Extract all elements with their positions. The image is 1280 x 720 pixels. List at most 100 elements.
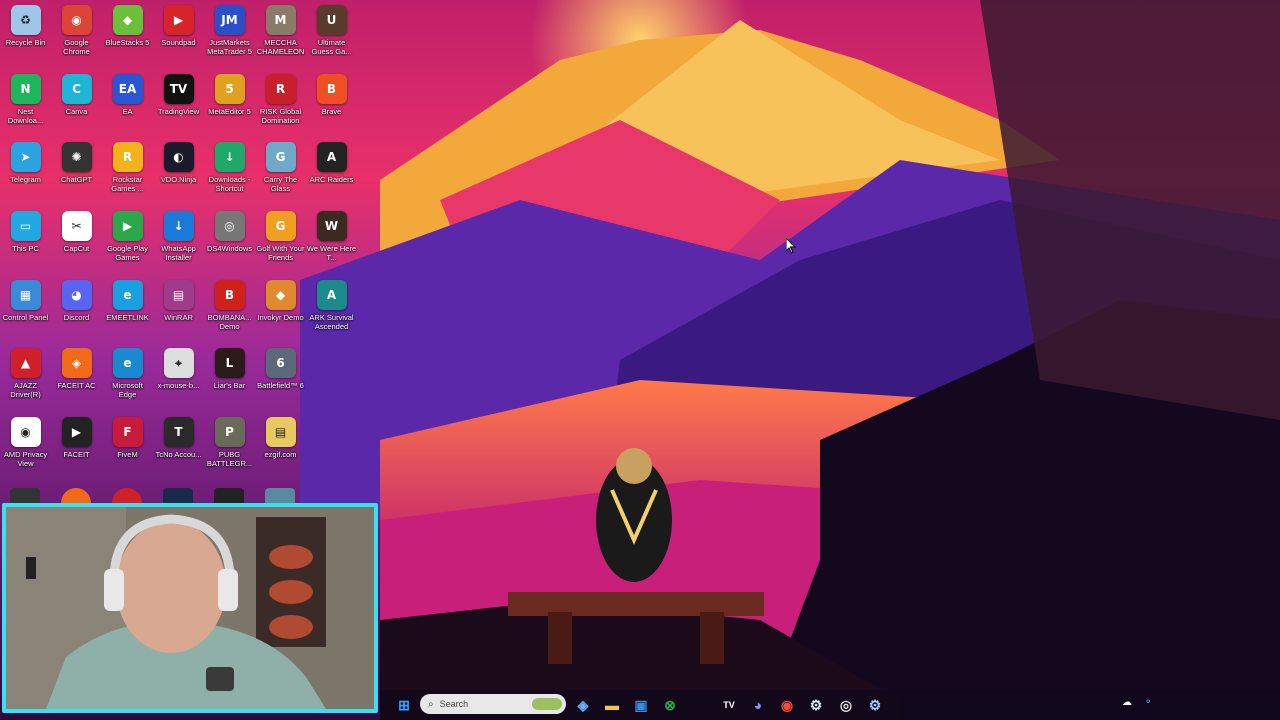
whatsapp-installer-icon: ↓ xyxy=(163,211,194,242)
desktop-icon[interactable]: M MECCHA CHAMELEON xyxy=(255,0,306,69)
discord-taskbar-icon[interactable]: ◕ xyxy=(748,695,768,715)
desktop-icon[interactable]: U Ultimate Guess Ga... xyxy=(306,0,357,69)
desktop-icon[interactable]: ✂ CapCut xyxy=(51,206,102,275)
desktop-icon[interactable]: ▶ Google Play Games xyxy=(102,206,153,275)
desktop-icon[interactable]: ▤ WinRAR xyxy=(153,275,204,344)
partial-icon[interactable] xyxy=(61,488,91,504)
partial-icon[interactable] xyxy=(265,488,295,504)
desktop-icon[interactable]: ▭ This PC xyxy=(0,206,51,275)
desktop-icon[interactable]: T TcNo Accou... xyxy=(153,412,204,481)
desktop-icon[interactable]: ▤ ezgif.com xyxy=(255,412,306,481)
desktop-icon[interactable]: ↓ WhatsApp Installer xyxy=(153,206,204,275)
chrome-icon: ◉ xyxy=(61,5,92,35)
taskbar-search-box[interactable]: ⌕ Search xyxy=(420,694,566,714)
desktop-icon[interactable]: 5 MetaEditor 5 xyxy=(204,69,255,138)
partial-icon[interactable] xyxy=(163,488,193,504)
desktop-icon[interactable]: e EMEETLINK xyxy=(102,275,153,344)
desktop-icon-label: Soundpad xyxy=(161,38,196,47)
desktop-icon[interactable]: ▲ AJAZZ Driver(R) xyxy=(0,343,51,412)
tradingview-icon: TV xyxy=(163,73,194,104)
desktop-icon[interactable]: ◆ BlueStacks 5 xyxy=(102,0,153,69)
steam2-taskbar-icon[interactable]: ⚙ xyxy=(865,695,885,715)
desktop-icon[interactable]: P PUBG BATTLEGR... xyxy=(204,412,255,481)
desktop-icon[interactable]: ✺ ChatGPT xyxy=(51,137,102,206)
desktop-icon[interactable]: 6 Battlefield™ 6 xyxy=(255,343,306,412)
desktop-icon-label: Ultimate Guess Ga... xyxy=(311,38,352,56)
desktop-icon[interactable]: F FiveM xyxy=(102,412,153,481)
desktop-icon[interactable]: ▶ Soundpad xyxy=(153,0,204,69)
bluestacks-icon: ◆ xyxy=(112,5,143,35)
desktop-icon[interactable]: ◐ VDO.Ninja xyxy=(153,137,204,206)
partial-icon[interactable] xyxy=(10,488,40,504)
bombana-icon: B xyxy=(214,279,245,310)
tradingview-taskbar-icon[interactable]: TV xyxy=(719,695,739,715)
desktop-icon[interactable]: ♻ Recycle Bin xyxy=(0,0,51,69)
desktop-icon[interactable]: e Microsoft Edge xyxy=(102,343,153,412)
store-icon[interactable]: ▣ xyxy=(631,695,651,715)
system-tray: ☁ ⚬ xyxy=(1122,697,1152,708)
desktop-icon[interactable]: A ARC Raiders xyxy=(306,137,357,206)
desktop-icon-label: FACEIT xyxy=(63,450,90,460)
chrome-taskbar-icon[interactable]: ◉ xyxy=(777,695,797,715)
steam-taskbar-icon[interactable]: ⚙ xyxy=(806,695,826,715)
desktop-icon[interactable]: ◆ Invokyr Demo xyxy=(255,275,306,344)
start-button-icon[interactable]: ⊞ xyxy=(394,695,414,715)
desktop-icon-label: TradingView xyxy=(157,106,200,116)
desktop-icon-label: Battlefield™ 6 xyxy=(257,381,304,391)
risk-icon: R xyxy=(265,73,296,104)
desktop-icon-label: VDO.Ninja xyxy=(160,175,197,185)
desktop-icon[interactable]: G Carry The Glass xyxy=(255,137,306,206)
recycle-bin-icon: ♻ xyxy=(10,5,41,35)
desktop-icon-label: Brave xyxy=(321,106,342,116)
desktop-icon[interactable]: TV TradingView xyxy=(153,69,204,138)
desktop-icon[interactable]: JM JustMarkets MetaTrader 5 xyxy=(204,0,255,69)
desktop-icon[interactable]: ➤ Telegram xyxy=(0,137,51,206)
desktop-icon[interactable]: W We Were Here T... xyxy=(306,206,357,275)
desktop-icon-label: EA xyxy=(122,106,133,116)
this-pc-icon: ▭ xyxy=(10,211,41,242)
partial-icon[interactable] xyxy=(214,488,244,504)
desktop-icon[interactable]: ▦ Control Panel xyxy=(0,275,51,344)
desktop-icon[interactable]: ◉ AMD Privacy View xyxy=(0,412,51,481)
capcut-icon: ✂ xyxy=(61,211,92,242)
ea-icon: EA xyxy=(112,73,143,104)
desktop-icon[interactable]: N Nest Downloa... xyxy=(0,69,51,138)
desktop-icon[interactable]: L Liar's Bar xyxy=(204,343,255,412)
rockstar-icon: R xyxy=(112,142,143,173)
desktop-icon-label: Recycle Bin xyxy=(5,38,46,47)
telegram-icon: ➤ xyxy=(10,142,41,173)
desktop-icon[interactable]: B BOMBANA... Demo xyxy=(204,275,255,344)
desktop-icon[interactable]: ↓ Downloads - Shortcut xyxy=(204,137,255,206)
fivem-icon: F xyxy=(112,417,143,448)
desktop-icon[interactable]: R RISK Global Domination xyxy=(255,69,306,138)
network-icon[interactable]: ⚬ xyxy=(1144,697,1152,708)
amd-privacy-icon: ◉ xyxy=(10,417,41,448)
desktop-icon[interactable]: ⌖ x-mouse-b... xyxy=(153,343,204,412)
desktop-icon[interactable]: C Canva xyxy=(51,69,102,138)
ark-icon: A xyxy=(316,279,347,310)
desktop-icon[interactable]: ▶ FACEIT xyxy=(51,412,102,481)
cloud-icon[interactable]: ☁ xyxy=(1122,697,1132,708)
desktop-icon[interactable]: A ARK Survival Ascended xyxy=(306,275,357,344)
desktop-icon[interactable]: B Brave xyxy=(306,69,357,138)
file-explorer-icon[interactable]: ▬ xyxy=(602,695,622,715)
soundpad-icon: ▶ xyxy=(163,5,194,35)
desktop-icon[interactable]: ◉ Google Chrome xyxy=(51,0,102,69)
control-panel-icon: ▦ xyxy=(10,279,41,310)
desktop-icon-label: AJAZZ Driver(R) xyxy=(10,381,41,400)
desktop-icon[interactable]: ◎ DS4Windows xyxy=(204,206,255,275)
hidden-icons-row xyxy=(10,488,300,504)
desktop-icon[interactable]: ◈ FACEIT AC xyxy=(51,343,102,412)
desktop-icon[interactable]: R Rockstar Games ... xyxy=(102,137,153,206)
desktop-icon[interactable]: EA EA xyxy=(102,69,153,138)
desktop-icon[interactable]: G Golf With Your Friends xyxy=(255,206,306,275)
obs-taskbar-icon[interactable]: ◎ xyxy=(836,695,856,715)
desktop-icon[interactable]: ◕ Discord xyxy=(51,275,102,344)
empty-slot xyxy=(317,348,347,378)
vdo-ninja-icon: ◐ xyxy=(163,142,194,173)
ezgif-icon: ▤ xyxy=(265,417,296,448)
golf-icon: G xyxy=(265,211,296,242)
partial-icon[interactable] xyxy=(112,488,142,504)
xbox-icon[interactable]: ⊗ xyxy=(660,695,680,715)
copilot-icon[interactable]: ◈ xyxy=(573,695,593,715)
